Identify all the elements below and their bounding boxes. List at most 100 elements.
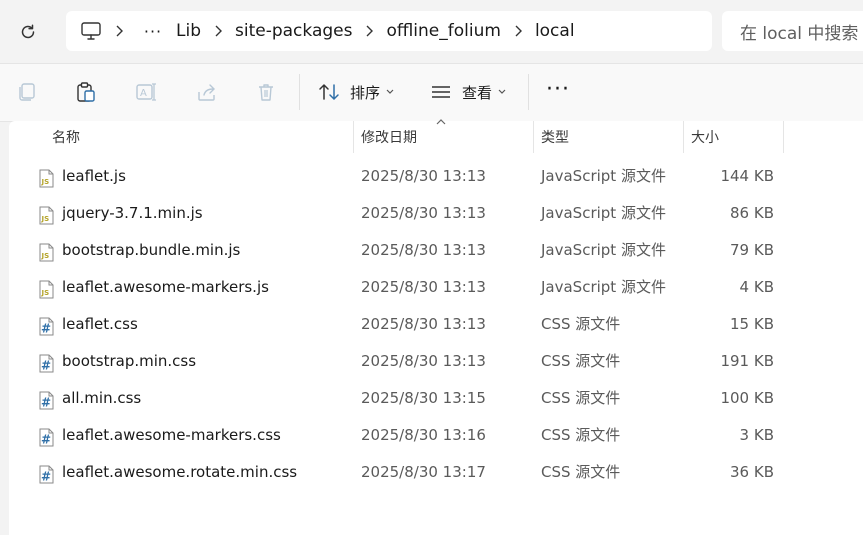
svg-text:#: #	[41, 396, 51, 410]
address-row: ··· Lib site-packages offline_folium loc…	[0, 0, 863, 62]
refresh-icon	[21, 24, 35, 39]
file-name: leaflet.awesome-markers.js	[62, 278, 269, 296]
paste-icon[interactable]	[75, 81, 97, 103]
file-row[interactable]: JS jquery-3.7.1.min.js 2025/8/30 13:13 Java…	[9, 195, 863, 232]
column-header-name[interactable]: 名称	[44, 121, 352, 153]
file-row[interactable]: # leaflet.awesome.rotate.min.css 2025/8/30…	[9, 454, 863, 491]
breadcrumb-overflow-button[interactable]: ···	[136, 22, 170, 41]
toolbar-divider	[299, 74, 300, 110]
computer-icon	[81, 22, 101, 40]
sort-icon	[319, 83, 339, 101]
column-header-row: 名称 修改日期 类型 大小	[9, 119, 863, 153]
column-header-type[interactable]: 类型	[533, 121, 683, 153]
file-date: 2025/8/30 13:13	[361, 204, 486, 222]
file-row[interactable]: JS leaflet.awesome-markers.js 2025/8/30 13…	[9, 269, 863, 306]
file-type: JavaScript 源文件	[541, 167, 666, 185]
js-file-icon: JS	[39, 206, 54, 225]
svg-text:A: A	[140, 88, 147, 99]
chevron-down-icon	[498, 89, 506, 94]
svg-text:JS: JS	[41, 178, 50, 186]
file-row[interactable]: # bootstrap.min.css 2025/8/30 13:13 CSS 源文件…	[9, 343, 863, 380]
file-type: JavaScript 源文件	[541, 241, 666, 259]
breadcrumb-offline-folium[interactable]: offline_folium	[386, 21, 500, 41]
file-row[interactable]: JS bootstrap.bundle.min.js 2025/8/30 13:13…	[9, 232, 863, 269]
css-file-icon: #	[39, 465, 54, 484]
svg-text:JS: JS	[41, 215, 50, 223]
file-row[interactable]: # leaflet.awesome-markers.css 2025/8/30 13…	[9, 417, 863, 454]
file-row[interactable]: # leaflet.css 2025/8/30 13:13 CSS 源文件 15 KB	[9, 306, 863, 343]
chevron-right-icon[interactable]	[501, 25, 535, 37]
chevron-right-icon[interactable]	[102, 25, 136, 37]
file-size: 100 KB	[720, 389, 774, 407]
command-bar: A 排序 查看 ···	[0, 63, 863, 122]
file-type: CSS 源文件	[541, 352, 621, 370]
file-name: leaflet.js	[62, 167, 126, 185]
sort-button[interactable]: 排序	[318, 78, 404, 106]
copy-icon[interactable]	[16, 81, 38, 103]
view-label: 查看	[462, 83, 493, 102]
file-row[interactable]: # all.min.css 2025/8/30 13:15 CSS 源文件 100 KB	[9, 380, 863, 417]
view-button[interactable]: 查看	[430, 78, 516, 106]
chevron-down-icon	[386, 89, 394, 94]
css-file-icon: #	[39, 354, 54, 373]
css-file-icon: #	[39, 317, 54, 336]
file-row[interactable]: JS leaflet.js 2025/8/30 13:13 JavaScript 源文…	[9, 158, 863, 195]
file-date: 2025/8/30 13:13	[361, 315, 486, 333]
file-type: CSS 源文件	[541, 315, 621, 333]
file-date: 2025/8/30 13:15	[361, 389, 486, 407]
file-size: 144 KB	[720, 167, 774, 185]
svg-text:#: #	[41, 322, 51, 336]
file-size: 3 KB	[739, 426, 774, 444]
file-type: CSS 源文件	[541, 426, 621, 444]
svg-text:#: #	[41, 433, 51, 447]
svg-text:JS: JS	[41, 252, 50, 260]
file-name: bootstrap.min.css	[62, 352, 197, 370]
js-file-icon: JS	[39, 243, 54, 262]
file-size: 86 KB	[730, 204, 774, 222]
css-file-icon: #	[39, 391, 54, 410]
file-size: 79 KB	[730, 241, 774, 259]
svg-text:#: #	[41, 359, 51, 373]
column-header-date[interactable]: 修改日期	[353, 121, 533, 153]
file-size: 15 KB	[730, 315, 774, 333]
file-type: CSS 源文件	[541, 463, 621, 481]
column-divider[interactable]	[783, 121, 784, 153]
address-bar[interactable]: ··· Lib site-packages offline_folium loc…	[66, 11, 712, 51]
file-name: all.min.css	[62, 389, 142, 407]
breadcrumb-site-packages[interactable]: site-packages	[235, 21, 352, 41]
file-size: 4 KB	[739, 278, 774, 296]
file-type: CSS 源文件	[541, 389, 621, 407]
file-name: leaflet.awesome.rotate.min.css	[62, 463, 298, 481]
column-header-size[interactable]: 大小	[683, 121, 783, 153]
breadcrumb-local[interactable]: local	[535, 21, 575, 41]
svg-text:JS: JS	[41, 289, 50, 297]
file-date: 2025/8/30 13:17	[361, 463, 486, 481]
sort-label: 排序	[350, 83, 381, 102]
rename-icon[interactable]: A	[135, 81, 157, 103]
file-size: 36 KB	[730, 463, 774, 481]
view-icon	[432, 86, 450, 98]
file-date: 2025/8/30 13:13	[361, 167, 486, 185]
css-file-icon: #	[39, 428, 54, 447]
file-size: 191 KB	[720, 352, 774, 370]
file-name: jquery-3.7.1.min.js	[62, 204, 203, 222]
file-type: JavaScript 源文件	[541, 278, 666, 296]
toolbar-divider	[528, 74, 529, 110]
file-name: leaflet.awesome-markers.css	[62, 426, 281, 444]
more-options-button[interactable]: ···	[546, 79, 570, 101]
chevron-right-icon[interactable]	[352, 25, 386, 37]
file-date: 2025/8/30 13:16	[361, 426, 486, 444]
file-date: 2025/8/30 13:13	[361, 352, 486, 370]
file-name: bootstrap.bundle.min.js	[62, 241, 241, 259]
delete-icon[interactable]	[255, 81, 277, 103]
file-list: 名称 修改日期 类型 大小 JS leaflet.js 2025/8/30 13:1…	[9, 119, 863, 535]
js-file-icon: JS	[39, 169, 54, 188]
breadcrumb-lib[interactable]: Lib	[176, 21, 201, 41]
share-icon[interactable]	[196, 81, 218, 103]
js-file-icon: JS	[39, 280, 54, 299]
file-date: 2025/8/30 13:13	[361, 278, 486, 296]
refresh-button[interactable]	[14, 18, 42, 46]
chevron-right-icon[interactable]	[201, 25, 235, 37]
file-name: leaflet.css	[62, 315, 138, 333]
search-input[interactable]: 在 local 中搜索	[722, 11, 863, 51]
